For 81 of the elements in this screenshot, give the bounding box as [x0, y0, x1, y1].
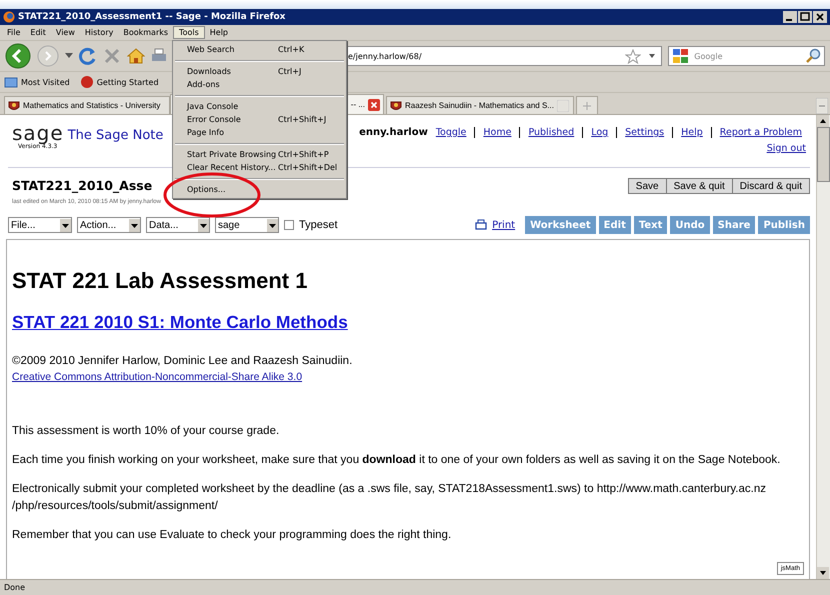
- page-icon: [80, 75, 94, 89]
- nav-link[interactable]: Log: [582, 127, 616, 138]
- menu-option[interactable]: Clear Recent History... Ctrl+Shift+Del: [173, 161, 346, 174]
- menu-item[interactable]: Help: [204, 26, 234, 39]
- status-text: Done: [4, 583, 26, 592]
- notebook-title: The Sage Note: [68, 128, 164, 143]
- browser-tab[interactable]: Mathematics and Statistics - University: [4, 96, 170, 114]
- crest-icon: [8, 100, 20, 112]
- menu-item[interactable]: History: [80, 26, 118, 39]
- dropdown-select[interactable]: Data...: [146, 217, 210, 233]
- menu-item[interactable]: Bookmarks: [118, 26, 174, 39]
- scroll-thumb[interactable]: [817, 127, 830, 182]
- bookmark-item[interactable]: Getting Started: [80, 75, 159, 89]
- copyright-text: ©2009 2010 Jennifer Harlow, Dominic Lee and Raazesh Sainudiin.: [12, 355, 352, 367]
- sage-logo: sage: [12, 123, 64, 143]
- license-link[interactable]: Creative Commons Attribution-Noncommercial-Share Alike 3.0: [12, 371, 302, 383]
- search-engine-icon[interactable]: [672, 48, 690, 64]
- worksheet-title: STAT221_2010_Asse: [12, 178, 154, 193]
- menu-item[interactable]: Tools: [173, 26, 205, 39]
- search-icon[interactable]: [805, 48, 821, 64]
- stop-icon[interactable]: [103, 47, 121, 65]
- action-button[interactable]: Save: [628, 178, 666, 194]
- crest-icon: [390, 100, 402, 112]
- menu-option[interactable]: Downloads Ctrl+J: [173, 65, 346, 78]
- forward-button[interactable]: [37, 45, 59, 67]
- nav-link[interactable]: Published: [519, 127, 582, 138]
- menu-option[interactable]: Java Console: [173, 100, 346, 113]
- search-field[interactable]: Google: [668, 46, 825, 66]
- sign-out-link[interactable]: Sign out: [766, 143, 806, 154]
- star-icon[interactable]: [625, 48, 642, 64]
- menu-option[interactable]: Options...: [173, 183, 346, 196]
- firefox-icon: [3, 11, 15, 23]
- checkbox-label: Typeset: [299, 219, 338, 231]
- nav-link[interactable]: Settings: [616, 127, 672, 138]
- dropdown-select[interactable]: File...: [8, 217, 72, 233]
- menu-option[interactable]: Error Console Ctrl+Shift+J: [173, 113, 346, 126]
- dropdown-icon: [267, 218, 278, 232]
- menu-item[interactable]: Edit: [25, 26, 51, 39]
- close-button[interactable]: [813, 11, 827, 23]
- nav-link[interactable]: Report a Problem: [710, 127, 810, 138]
- dropdown-select[interactable]: sage: [215, 217, 279, 233]
- folder-icon: [4, 75, 18, 89]
- reload-icon[interactable]: [79, 47, 97, 65]
- browser-tab[interactable]: Raazesh Sainudiin - Mathematics and S...: [386, 96, 574, 114]
- menu-item[interactable]: File: [2, 26, 26, 39]
- home-icon[interactable]: [127, 47, 145, 65]
- new-tab-button[interactable]: [576, 96, 598, 114]
- menu-option[interactable]: Page Info: [173, 126, 346, 139]
- paragraph: This assessment is worth 10% of your course grade.: [12, 424, 280, 439]
- dropdown-icon: [60, 218, 71, 232]
- menu-option[interactable]: Start Private Browsing Ctrl+Shift+P: [173, 148, 346, 161]
- typeset-checkbox[interactable]: [284, 220, 294, 230]
- dropdown-icon[interactable]: [649, 54, 656, 58]
- dropdown-select[interactable]: Action...: [77, 217, 141, 233]
- back-button[interactable]: [5, 43, 31, 69]
- nav-link[interactable]: Help: [672, 127, 711, 138]
- menu-option[interactable]: Add-ons: [173, 78, 346, 91]
- subheading-link[interactable]: STAT 221 2010 S1: Monte Carlo Methods: [12, 312, 348, 333]
- action-button[interactable]: Save & quit: [666, 178, 732, 194]
- dropdown-icon: [129, 218, 140, 232]
- printer-icon: [475, 219, 488, 231]
- menu-item[interactable]: View: [50, 26, 80, 39]
- printer-icon[interactable]: [151, 48, 167, 64]
- nav-link[interactable]: Home: [474, 127, 520, 138]
- worksheet-heading: STAT 221 Lab Assessment 1: [12, 268, 308, 294]
- window-title: STAT221_2010_Assessment1 -- Sage - Mozilla Firefox: [18, 12, 286, 22]
- action-button[interactable]: Discard & quit: [732, 178, 810, 194]
- plus-icon: [583, 102, 591, 110]
- username: enny.harlow: [359, 127, 428, 138]
- minimize-button[interactable]: [783, 11, 797, 23]
- dropdown-icon: [198, 218, 209, 232]
- print-link[interactable]: Print: [492, 220, 516, 230]
- close-icon[interactable]: [368, 98, 380, 110]
- paragraph: Remember that you can use Evaluate to check your programming does the right thing.: [12, 528, 452, 543]
- paragraph: Electronically submit your completed worksheet by the deadline (as a .sws file, say, STAT218Assessment1.sws) to http://www.math.canterbury.ac.nz /php/resources/tools/submit/assignment/: [12, 482, 767, 514]
- paragraph: Each time you finish working on your worksheet, make sure that you download it to one of your own folders as well as saving it on the Sage Notebook.: [12, 453, 782, 468]
- maximize-button[interactable]: [798, 11, 812, 23]
- scrollbar[interactable]: [816, 115, 830, 579]
- bookmark-item[interactable]: Most Visited: [4, 75, 70, 89]
- nav-link[interactable]: Toggle: [436, 127, 474, 138]
- dropdown-icon[interactable]: [65, 53, 73, 59]
